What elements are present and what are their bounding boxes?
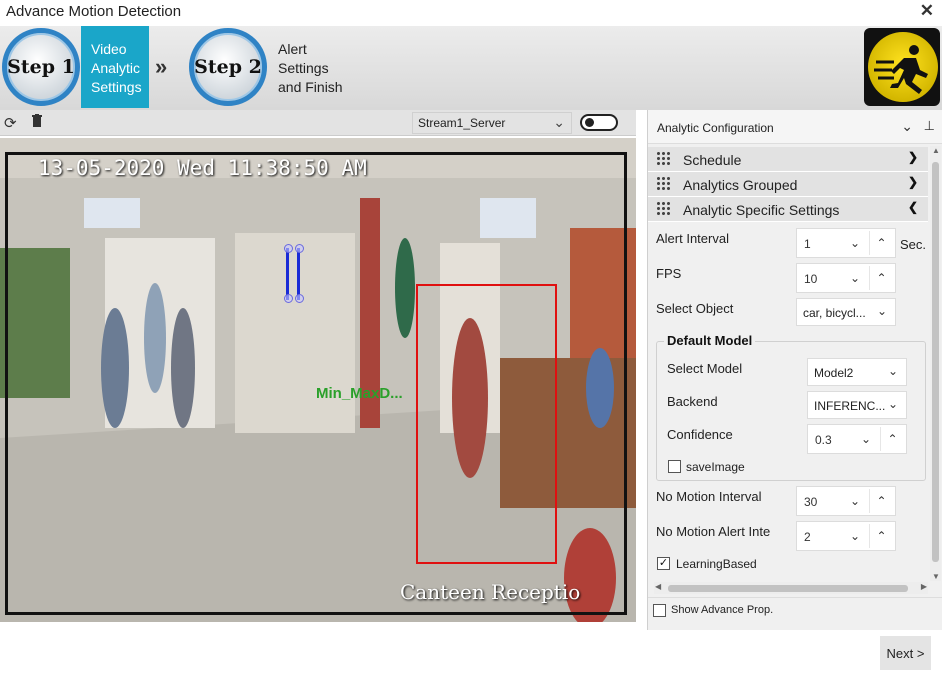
detection-roi[interactable]	[416, 284, 557, 564]
fps-label: FPS	[656, 266, 682, 281]
save-image-checkbox[interactable]	[668, 460, 681, 473]
step1-badge[interactable]: Step 1	[2, 28, 80, 106]
chevron-down-icon: ⌄	[553, 114, 565, 130]
chevron-down-icon[interactable]: ⌄	[854, 427, 878, 451]
wizard-steps: Step 1 Video Analytic Settings » Step 2 …	[0, 26, 942, 110]
panel-vertical-scrollbar[interactable]: ▲ ▼	[930, 146, 941, 581]
show-advance-label: Show Advance Prop.	[671, 604, 774, 616]
roi-handle[interactable]	[295, 244, 304, 253]
select-model-label: Select Model	[667, 361, 743, 376]
region-label: Min_MaxD...	[316, 385, 403, 402]
trash-icon[interactable]	[31, 114, 43, 132]
chevron-up-icon[interactable]: ⌃	[869, 266, 893, 290]
close-icon[interactable]: ✕	[920, 1, 934, 21]
step2-badge[interactable]: Step 2	[189, 28, 267, 106]
step1-label[interactable]: Video Analytic Settings	[81, 26, 149, 108]
advance-prop-row: Show Advance Prop.	[648, 597, 942, 623]
chevron-down-icon: ❯	[907, 175, 918, 189]
chevron-up-icon[interactable]: ⌃	[869, 524, 893, 548]
select-object-dropdown[interactable]: car, bicycl... ⌄	[796, 298, 896, 326]
stream-toggle[interactable]	[580, 114, 618, 131]
default-model-title: Default Model	[664, 333, 756, 348]
section-analytics-grouped[interactable]: Analytics Grouped ❯	[648, 172, 928, 197]
chevron-down-icon[interactable]: ⌄	[843, 489, 867, 513]
chevron-down-icon: ❯	[907, 150, 918, 164]
chevron-down-icon: ⌄	[887, 364, 898, 378]
grip-icon	[656, 151, 672, 167]
save-image-label: saveImage	[686, 460, 745, 474]
pin-icon[interactable]: ⊥	[924, 118, 935, 134]
show-advance-checkbox[interactable]	[653, 604, 666, 617]
roi-handle[interactable]	[295, 294, 304, 303]
step2-label[interactable]: Alert Settings and Finish	[268, 26, 358, 108]
chevron-down-icon[interactable]: ⌄	[901, 118, 913, 135]
chevron-up-icon[interactable]: ⌃	[880, 427, 904, 451]
no-motion-interval-input[interactable]: 30 ⌄ ⌃	[796, 486, 896, 516]
grip-icon	[656, 201, 672, 217]
roi-handle[interactable]	[284, 244, 293, 253]
alert-interval-input[interactable]: 1 ⌄ ⌃	[796, 228, 896, 258]
chevron-up-icon[interactable]: ⌃	[869, 489, 893, 513]
panel-title: Analytic Configuration	[657, 121, 774, 135]
location-overlay: Canteen Receptio	[400, 580, 581, 604]
learning-based-checkbox[interactable]: ✓	[657, 557, 670, 570]
analytic-config-panel: Analytic Configuration ⌄ ⊥ Schedule ❯ An…	[647, 110, 942, 630]
double-chevron-right-icon: »	[155, 54, 167, 79]
confidence-label: Confidence	[667, 427, 733, 442]
chevron-down-icon[interactable]: ⌄	[843, 524, 867, 548]
grip-icon	[656, 176, 672, 192]
chevron-down-icon[interactable]: ⌄	[843, 231, 867, 255]
select-object-label: Select Object	[656, 301, 734, 316]
no-motion-alert-input[interactable]: 2 ⌄ ⌃	[796, 521, 896, 551]
chevron-down-icon[interactable]: ⌄	[843, 266, 867, 290]
no-motion-interval-label: No Motion Interval	[656, 489, 762, 504]
line-roi[interactable]	[286, 248, 300, 300]
learning-based-label: LearningBased	[676, 557, 757, 571]
refresh-icon[interactable]: ⟳	[4, 114, 17, 132]
section-analytic-specific[interactable]: Analytic Specific Settings ❮	[648, 197, 928, 222]
panel-horizontal-scrollbar[interactable]: ◀ ▶	[654, 582, 928, 594]
running-man-icon	[864, 28, 940, 106]
video-toolbar: ⟳ Stream1_Server ⌄	[0, 110, 636, 136]
chevron-down-icon: ⌄	[876, 304, 887, 318]
select-model-dropdown[interactable]: Model2 ⌄	[807, 358, 907, 386]
roi-handle[interactable]	[284, 294, 293, 303]
alert-interval-label: Alert Interval	[656, 231, 729, 246]
timestamp-overlay: 13-05-2020 Wed 11:38:50 AM	[38, 156, 367, 180]
stream-select[interactable]: Stream1_Server ⌄	[412, 112, 572, 134]
alert-interval-unit: Sec.	[900, 237, 927, 252]
no-motion-alert-label: No Motion Alert Inte	[656, 524, 771, 539]
fps-input[interactable]: 10 ⌄ ⌃	[796, 263, 896, 293]
backend-dropdown[interactable]: INFERENC... ⌄	[807, 391, 907, 419]
confidence-input[interactable]: 0.3 ⌄ ⌃	[807, 424, 907, 454]
section-schedule[interactable]: Schedule ❯	[648, 147, 928, 172]
next-button[interactable]: Next >	[880, 636, 931, 670]
chevron-up-icon: ❮	[907, 200, 918, 214]
panel-header: Analytic Configuration ⌄ ⊥	[648, 110, 942, 144]
title-bar: Advance Motion Detection ✕	[0, 0, 942, 24]
chevron-down-icon: ⌄	[887, 397, 898, 411]
backend-label: Backend	[667, 394, 718, 409]
camera-feed[interactable]: 13-05-2020 Wed 11:38:50 AM Min_MaxD... C…	[0, 138, 636, 622]
chevron-up-icon[interactable]: ⌃	[869, 231, 893, 255]
window-title: Advance Motion Detection	[6, 3, 182, 20]
